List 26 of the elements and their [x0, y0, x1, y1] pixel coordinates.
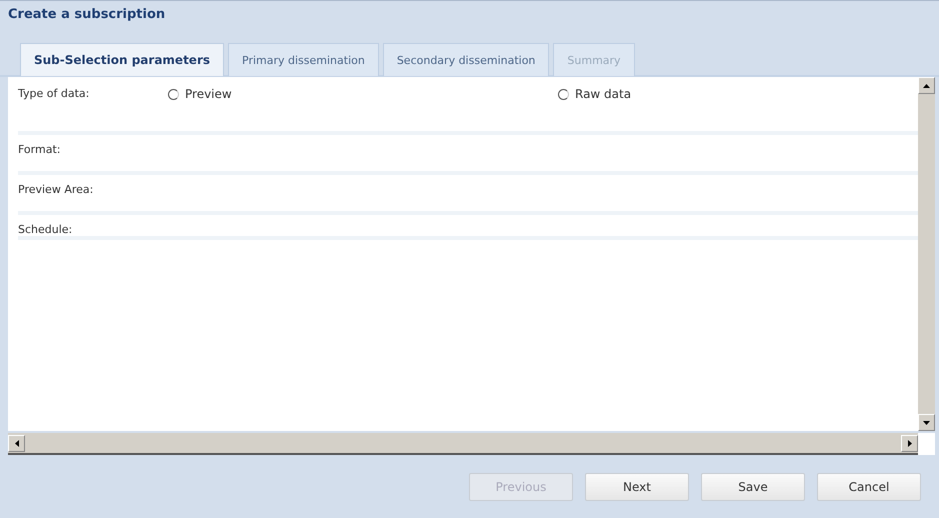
- right-arrow-icon: [908, 440, 912, 446]
- dialog-button[interactable]: Cancel: [817, 473, 921, 501]
- scroll-left-button[interactable]: [8, 434, 25, 452]
- scrollbar-corner: [918, 433, 935, 455]
- scroll-down-button[interactable]: [918, 414, 935, 431]
- tab[interactable]: Sub-Selection parameters: [20, 43, 224, 76]
- radio-button[interactable]: [168, 88, 179, 100]
- field-label: Schedule:: [18, 222, 74, 236]
- up-arrow-icon: [923, 84, 930, 88]
- scroll-up-button[interactable]: [918, 77, 935, 94]
- left-arrow-icon: [14, 440, 18, 446]
- down-arrow-icon: [923, 420, 930, 424]
- tab[interactable]: Secondary dissemination: [382, 43, 550, 76]
- field-label: Format:: [18, 142, 62, 158]
- radio-label[interactable]: Preview: [185, 87, 232, 101]
- dialog-button[interactable]: Save: [701, 473, 805, 501]
- dialog-button[interactable]: Next: [585, 473, 689, 501]
- horizontal-scrollbar[interactable]: [8, 433, 918, 455]
- radio-label[interactable]: Raw data: [575, 87, 632, 101]
- vertical-scrollbar[interactable]: [918, 77, 935, 431]
- field-label: Type of data:: [18, 86, 90, 102]
- radio-button[interactable]: [558, 88, 569, 100]
- window-title: Create a subscription: [8, 7, 166, 24]
- scroll-right-button[interactable]: [901, 434, 918, 452]
- tab[interactable]: Primary dissemination: [228, 43, 379, 76]
- field-label: Preview Area:: [18, 182, 94, 198]
